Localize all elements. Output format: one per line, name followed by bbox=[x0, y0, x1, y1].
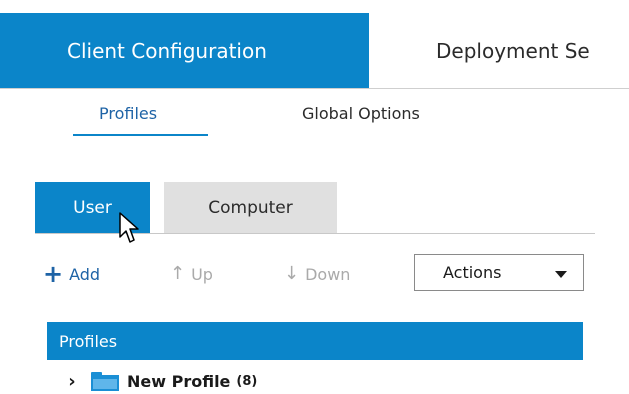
caret-down-icon bbox=[555, 271, 567, 278]
add-label: Add bbox=[69, 264, 101, 284]
mouse-pointer-icon bbox=[119, 212, 139, 243]
move-down-button[interactable]: ↓ Down bbox=[284, 262, 350, 286]
tab-client-configuration[interactable]: Client Configuration bbox=[0, 13, 369, 88]
move-up-button[interactable]: ↑ Up bbox=[170, 262, 213, 286]
actions-label: Actions bbox=[443, 263, 502, 282]
profiles-grid-header: Profiles bbox=[47, 322, 583, 360]
subtab-profiles[interactable]: Profiles bbox=[99, 104, 157, 123]
folder-icon bbox=[91, 371, 119, 391]
tab-label: Computer bbox=[208, 197, 293, 218]
actions-dropdown[interactable]: Actions bbox=[414, 254, 584, 291]
profile-count: (8) bbox=[236, 373, 258, 389]
chevron-right-icon[interactable]: › bbox=[53, 371, 91, 392]
up-label: Up bbox=[191, 264, 213, 284]
tab-label: Deployment Se bbox=[436, 38, 590, 63]
subtab-global-options[interactable]: Global Options bbox=[302, 104, 420, 123]
arrow-down-icon: ↓ bbox=[284, 263, 300, 284]
tree-row[interactable]: › New Profile (8) bbox=[47, 368, 583, 394]
active-subtab-underline bbox=[73, 134, 208, 136]
tab-label: Client Configuration bbox=[67, 38, 267, 63]
arrow-up-icon: ↑ bbox=[170, 263, 186, 284]
plus-icon: + bbox=[43, 260, 64, 288]
profile-name: New Profile bbox=[127, 371, 231, 391]
grid-header-label: Profiles bbox=[59, 331, 118, 351]
tab-deployment-settings[interactable]: Deployment Se bbox=[369, 13, 629, 88]
tab-computer[interactable]: Computer bbox=[164, 182, 337, 233]
add-button[interactable]: + Add bbox=[43, 262, 100, 286]
tab-bar-divider bbox=[0, 88, 629, 89]
tab-label: User bbox=[73, 197, 112, 218]
down-label: Down bbox=[305, 264, 351, 284]
